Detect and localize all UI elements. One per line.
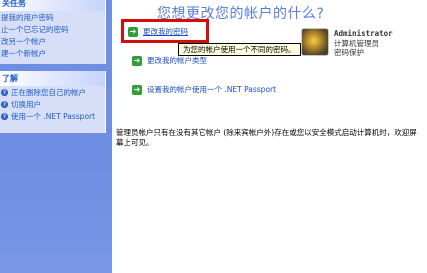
help-icon: ? (1, 100, 8, 108)
change-account-type-link[interactable]: ➔ 更改我的帐户类型 (132, 55, 207, 66)
learn-about-header: 了解 (0, 71, 105, 86)
admin-visibility-note: 管理员帐户只有在没有其它帐户 (除来宾帐户外)存在或您以安全模式启动计算机时，欢… (116, 128, 417, 147)
sidebar-item-label: 正在删除您自己的帐户 (11, 87, 86, 97)
user-avatar (301, 28, 329, 56)
sidebar-item-label: 建一个新帐户 (1, 48, 46, 58)
related-tasks-panel: 关任务 提我的用户密码 止一个已忘记的密码 改另一个帐户 建一个新帐户 (0, 0, 106, 64)
sidebar-item-change-another-account[interactable]: 改另一个帐户 (0, 35, 105, 47)
task-label: 更改我的密码 (143, 27, 188, 36)
sidebar-item-delete-own-account[interactable]: ? 正在删除您自己的帐户 (0, 86, 105, 98)
sidebar-item-net-passport[interactable]: ? 使用一个 .NET Passport (0, 110, 105, 122)
related-tasks-header: 关任务 (0, 0, 105, 11)
sidebar-item-label: 使用一个 .NET Passport (11, 111, 96, 121)
user-password-status: 密码保护 (334, 48, 364, 57)
task-label: 设置我的帐户使用一个 .NET Passport (147, 85, 277, 94)
user-name: Administrator (334, 29, 393, 38)
change-password-link[interactable]: ➔ 更改我的密码 (128, 26, 188, 37)
help-icon: ? (1, 88, 8, 96)
help-icon: ? (1, 112, 8, 120)
arrow-right-icon: ➔ (132, 55, 142, 66)
arrow-right-icon: ➔ (132, 84, 142, 95)
sidebar-item-prevent-forgotten-password[interactable]: 止一个已忘记的密码 (0, 23, 105, 35)
learn-about-panel: 了解 ? 正在删除您自己的帐户 ? 切换用户 ? 使用一个 .NET Passp… (0, 71, 106, 133)
sidebar-item-label: 切换用户 (11, 99, 41, 109)
sidebar-item-label: 止一个已忘记的密码 (1, 24, 69, 34)
sidebar-item-label: 改另一个帐户 (1, 36, 46, 46)
task-sidebar: 关任务 提我的用户密码 止一个已忘记的密码 改另一个帐户 建一个新帐户 了解 ?… (0, 0, 112, 273)
sidebar-item-change-my-password[interactable]: 提我的用户密码 (0, 11, 105, 23)
sidebar-item-label: 提我的用户密码 (1, 12, 54, 22)
sidebar-item-switch-users[interactable]: ? 切换用户 (0, 98, 105, 110)
arrow-right-icon: ➔ (128, 26, 138, 37)
net-passport-link[interactable]: ➔ 设置我的帐户使用一个 .NET Passport (132, 84, 276, 95)
sidebar-item-create-account[interactable]: 建一个新帐户 (0, 47, 105, 59)
task-label: 更改我的帐户类型 (147, 56, 207, 65)
main-content: 您想更改您的帐户的什么? ➔ 更改我的密码 为您的帐户使用一个不同的密码。 ➔ … (112, 0, 427, 273)
